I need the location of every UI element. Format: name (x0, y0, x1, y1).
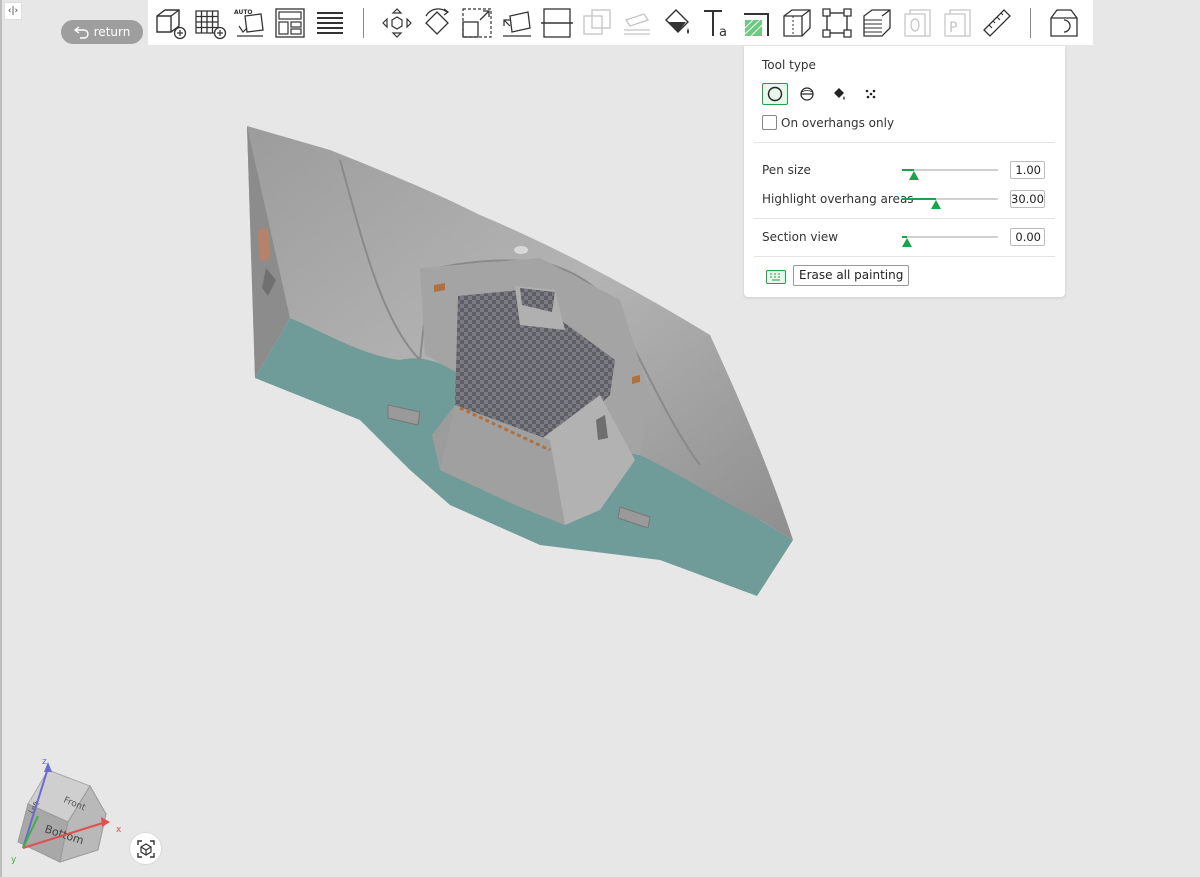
auto-orient-icon: AUTO (234, 9, 264, 37)
measure-button[interactable] (977, 3, 1017, 43)
fill-bucket-icon (665, 8, 689, 34)
axis-x-label: x (116, 825, 122, 835)
tool-type-selector (762, 83, 884, 105)
collapse-sidebar-button[interactable]: ‹|› (4, 2, 22, 20)
toolbar-separator (363, 7, 364, 38)
cut-icon (541, 7, 573, 38)
lay-on-face-button[interactable] (497, 3, 537, 43)
sphere-brush-button[interactable] (794, 83, 820, 105)
variable-layer-height-button[interactable] (857, 3, 897, 43)
keyboard-icon[interactable] (766, 270, 786, 284)
paint-tool-panel: Tool type On overhangs only Pen size 1.0… (744, 46, 1065, 297)
slider-thumb[interactable] (930, 200, 941, 209)
cut-button[interactable] (537, 3, 577, 43)
gap-fill-button[interactable] (858, 83, 884, 105)
overhang-label: Highlight overhang areas (762, 192, 914, 206)
plate-label-button[interactable]: P (937, 3, 977, 43)
divider (754, 256, 1055, 257)
axis-y-label: y (11, 855, 17, 865)
circle-brush-icon (767, 86, 783, 102)
zoom-to-fit-button[interactable] (130, 833, 161, 864)
sphere-brush-icon (800, 87, 814, 101)
seam-painting-button[interactable] (777, 3, 817, 43)
section-view-label: Section view (762, 230, 839, 244)
gap-fill-icon (865, 89, 876, 99)
layers-icon (317, 11, 343, 34)
rotate-button[interactable] (417, 3, 457, 43)
toolbar-separator (1030, 7, 1031, 38)
boolean-icon (583, 8, 611, 35)
fill-tool-icon (834, 88, 845, 100)
assembly-view-button[interactable] (1044, 3, 1084, 43)
svg-text:a: a (719, 25, 727, 40)
plate-label-icon: P (944, 8, 971, 37)
section-view-slider[interactable] (901, 231, 998, 247)
support-paint-placeholder-icon (624, 12, 650, 35)
axis-z-label: z (42, 757, 47, 767)
return-button[interactable]: return (61, 20, 143, 44)
variable-layer-height-icon (863, 8, 891, 37)
add-object-button[interactable] (150, 3, 190, 43)
assembly-icon (904, 8, 931, 37)
return-label: return (93, 25, 131, 39)
overhang-slider[interactable] (902, 193, 998, 209)
tool-type-label: Tool type (762, 58, 816, 72)
simplify-icon (822, 7, 852, 38)
assembly-button[interactable] (897, 3, 937, 43)
pen-size-slider[interactable] (902, 164, 998, 180)
section-view-input[interactable]: 0.00 (1010, 228, 1045, 246)
slider-thumb[interactable] (901, 238, 912, 247)
seam-painting-icon (783, 8, 811, 37)
add-plate-icon (195, 9, 227, 39)
left-edge (0, 0, 2, 877)
move-icon (382, 7, 412, 38)
simplify-button[interactable] (817, 3, 857, 43)
on-overhangs-label: On overhangs only (781, 115, 895, 130)
overhang-input[interactable]: 30.00 (1010, 190, 1045, 208)
support-painting-button[interactable] (737, 3, 777, 43)
slider-thumb[interactable] (908, 171, 919, 180)
divider (754, 142, 1055, 143)
fill-tool-button[interactable] (826, 83, 852, 105)
measure-icon (983, 8, 1011, 37)
main-toolbar: AUTO a P (148, 0, 1093, 45)
erase-all-painting-button[interactable]: Erase all painting (793, 265, 910, 286)
scale-icon (462, 7, 492, 38)
add-plate-button[interactable] (190, 3, 230, 43)
pen-size-input[interactable]: 1.00 (1010, 161, 1045, 179)
return-arrow-icon (73, 26, 89, 39)
fill-bucket-button[interactable] (657, 3, 697, 43)
divider (754, 218, 1055, 219)
on-overhangs-checkbox[interactable] (762, 115, 777, 130)
support-painting-icon (744, 12, 769, 36)
move-button[interactable] (377, 3, 417, 43)
3d-viewport[interactable]: ‹|› return AUTO a P Tool type On overhan… (0, 0, 1200, 877)
zoom-fit-icon (136, 839, 155, 858)
add-object-icon (156, 8, 187, 39)
arrange-button[interactable] (270, 3, 310, 43)
assembly-view-icon (1050, 8, 1078, 37)
auto-orient-button[interactable]: AUTO (230, 3, 270, 43)
plate-label-glyph: P (949, 20, 957, 36)
circle-brush-button[interactable] (762, 83, 788, 105)
text-icon: a (704, 9, 727, 40)
navigation-cube[interactable]: Front Left Bottom z x y (8, 752, 128, 870)
support-placeholder-button[interactable] (617, 3, 657, 43)
scale-button[interactable] (457, 3, 497, 43)
pen-size-label: Pen size (762, 163, 811, 177)
boolean-button[interactable] (577, 3, 617, 43)
rotate-icon (425, 7, 450, 35)
lay-on-face-icon (503, 10, 531, 37)
on-overhangs-row: On overhangs only (762, 115, 894, 130)
layers-button[interactable] (310, 3, 350, 43)
text-button[interactable]: a (697, 3, 737, 43)
arrange-icon (275, 7, 305, 38)
